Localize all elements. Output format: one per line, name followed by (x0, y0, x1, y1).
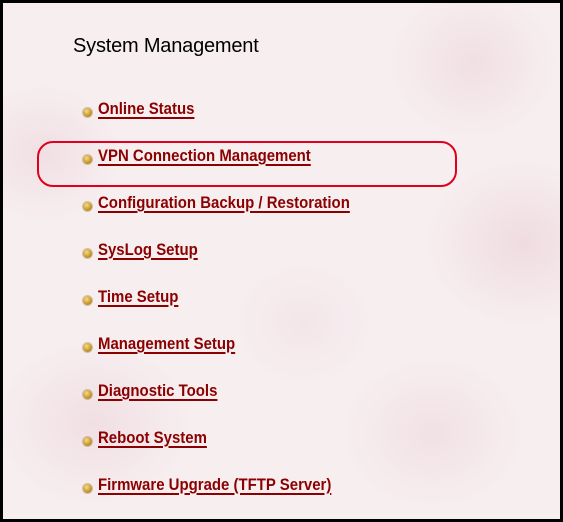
bullet-icon (83, 484, 92, 493)
bullet-icon (83, 202, 92, 211)
menu-item-online-status: Online Status (83, 99, 384, 146)
reboot-system-link[interactable]: Reboot System (98, 428, 207, 448)
bullet-icon (83, 108, 92, 117)
bullet-icon (83, 155, 92, 164)
menu-item-syslog-setup: SysLog Setup (83, 240, 384, 287)
syslog-setup-link[interactable]: SysLog Setup (98, 240, 198, 260)
time-setup-link[interactable]: Time Setup (98, 287, 178, 307)
menu-item-configuration-backup-restoration: Configuration Backup / Restoration (83, 193, 384, 240)
bullet-icon (83, 343, 92, 352)
system-management-menu: Online Status VPN Connection Management … (83, 99, 384, 522)
online-status-link[interactable]: Online Status (98, 99, 194, 119)
menu-item-diagnostic-tools: Diagnostic Tools (83, 381, 384, 428)
vpn-connection-management-link[interactable]: VPN Connection Management (98, 146, 311, 166)
system-management-panel: System Management Online Status VPN Conn… (0, 0, 563, 522)
menu-item-management-setup: Management Setup (83, 334, 384, 381)
bullet-icon (83, 437, 92, 446)
configuration-backup-restoration-link[interactable]: Configuration Backup / Restoration (98, 193, 350, 213)
menu-item-time-setup: Time Setup (83, 287, 384, 334)
firmware-upgrade-link[interactable]: Firmware Upgrade (TFTP Server) (98, 475, 331, 495)
bullet-icon (83, 390, 92, 399)
diagnostic-tools-link[interactable]: Diagnostic Tools (98, 381, 217, 401)
menu-item-firmware-upgrade: Firmware Upgrade (TFTP Server) (83, 475, 384, 522)
menu-item-reboot-system: Reboot System (83, 428, 384, 475)
page-title: System Management (73, 35, 259, 57)
menu-item-vpn-connection-management: VPN Connection Management (83, 146, 384, 193)
bullet-icon (83, 249, 92, 258)
bullet-icon (83, 296, 92, 305)
management-setup-link[interactable]: Management Setup (98, 334, 235, 354)
